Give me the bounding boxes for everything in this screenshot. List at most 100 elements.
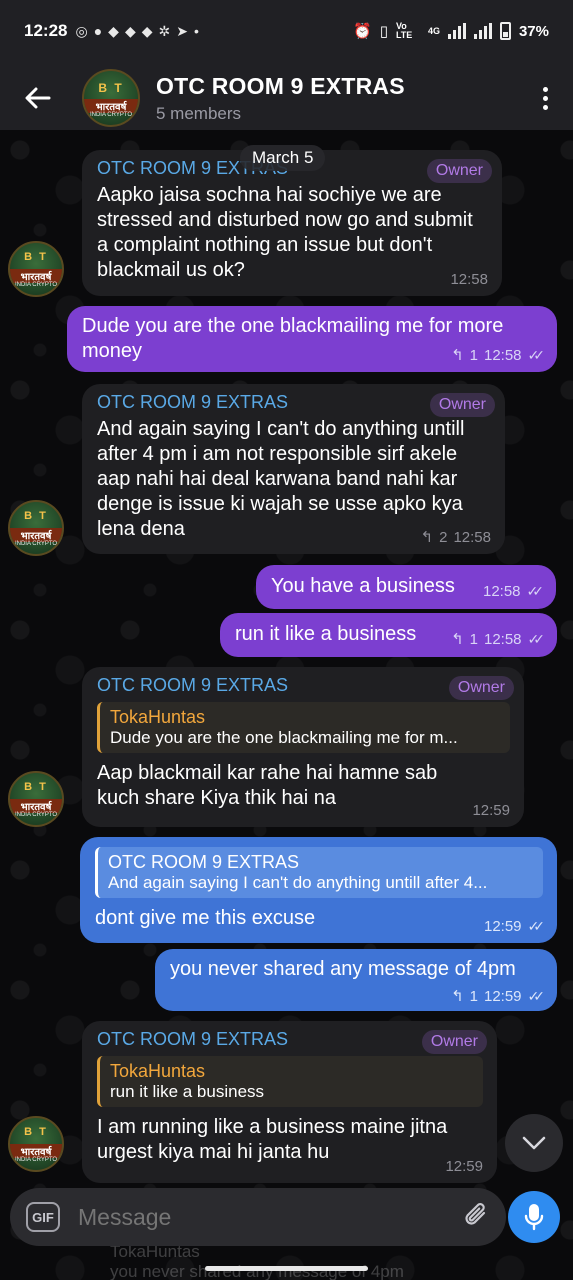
- sender-avatar[interactable]: B T भारतवर्ष INDIA CRYPTO: [8, 771, 64, 827]
- message-meta: 12:59 ✓✓: [483, 918, 546, 935]
- vibrate-icon: ▯: [379, 23, 388, 40]
- quote-author: OTC ROOM 9 EXTRAS: [108, 852, 300, 872]
- chat-header: B T भारतवर्ष INDIA CRYPTO OTC ROOM 9 EXT…: [0, 62, 573, 134]
- message-meta: 12:58 ✓✓: [482, 583, 545, 600]
- message-time: 12:58: [483, 630, 522, 648]
- reply-count: 1: [469, 346, 478, 364]
- back-button[interactable]: [22, 82, 54, 114]
- message-text: Aapko jaisa sochna hai sochiye we are st…: [97, 184, 473, 281]
- message-time: 12:59: [483, 987, 522, 1005]
- message-text: And again saying I can't do anything unt…: [97, 418, 465, 540]
- message-time: 12:58: [453, 528, 491, 546]
- reply-quote[interactable]: OTC ROOM 9 EXTRAS And again saying I can…: [95, 847, 543, 898]
- message-out[interactable]: Dude you are the one blackmailing me for…: [67, 306, 557, 372]
- sender-avatar[interactable]: B T भारतवर्ष INDIA CRYPTO: [8, 241, 64, 297]
- message-in[interactable]: OTC ROOM 9 EXTRAS Owner Aapko jaisa soch…: [82, 150, 502, 296]
- double-check-icon: ✓✓: [527, 630, 546, 647]
- reply-icon: ↰: [451, 988, 464, 1005]
- member-count: 5 members: [156, 103, 242, 123]
- message-time: 12:58: [482, 583, 521, 600]
- reply-count: 2: [439, 528, 448, 546]
- reply-icon: ↰: [451, 631, 464, 648]
- message-out[interactable]: run it like a business ↰ 1 12:58 ✓✓: [220, 613, 557, 657]
- owner-badge: Owner: [426, 159, 492, 183]
- message-time: 12:59: [445, 1158, 483, 1175]
- discord-icon: ◆: [141, 22, 153, 39]
- signal-icon-2: [473, 23, 492, 39]
- paperclip-icon: [465, 1202, 486, 1225]
- message-time: 12:58: [450, 271, 488, 288]
- status-right: ⏰ ▯ Vo LTE 4G 37%: [353, 22, 549, 40]
- avatar-sub: INDIA CRYPTO: [89, 112, 133, 118]
- message-out[interactable]: you never shared any message of 4pm ↰ 1 …: [155, 949, 557, 1011]
- double-check-icon: ✓✓: [527, 987, 546, 1004]
- status-bar: 12:28 ◎ ● ◆ ◆ ◆ ✲ ➤ • ⏰ ▯ Vo LTE 4G 37%: [0, 0, 573, 62]
- reply-icon: ↰: [420, 529, 434, 546]
- attach-button[interactable]: [462, 1200, 490, 1235]
- message-text: Aap blackmail kar rahe hai hamne sab kuc…: [97, 762, 438, 809]
- arrow-left-icon: [25, 87, 51, 109]
- alarm-icon: ⏰: [353, 23, 372, 40]
- gif-button[interactable]: GIF: [26, 1202, 60, 1232]
- microphone-icon: [524, 1204, 544, 1231]
- chat-icon: ●: [93, 22, 103, 39]
- message-in[interactable]: OTC ROOM 9 EXTRAS Owner And again saying…: [82, 384, 505, 554]
- home-indicator[interactable]: [205, 1266, 368, 1271]
- chat-title: OTC ROOM 9 EXTRAS: [156, 72, 405, 99]
- net-type-label: 4G: [427, 26, 440, 36]
- quote-text: Dude you are the one blackmailing me for…: [110, 728, 458, 747]
- more-menu-button[interactable]: [533, 78, 557, 118]
- message-text: I am running like a business maine jitna…: [97, 1116, 448, 1163]
- message-text: you never shared any message of 4pm: [170, 958, 516, 980]
- dot-icon: •: [193, 22, 199, 39]
- reply-count: 1: [469, 630, 478, 648]
- sender-avatar[interactable]: B T भारतवर्ष INDIA CRYPTO: [8, 1116, 64, 1172]
- owner-badge: Owner: [421, 1030, 487, 1054]
- scroll-down-button[interactable]: [505, 1114, 563, 1172]
- message-meta: ↰ 1 12:58 ✓✓: [451, 630, 546, 649]
- quote-author: TokaHuntas: [110, 707, 206, 727]
- reply-quote[interactable]: TokaHuntas Dude you are the one blackmai…: [97, 702, 510, 753]
- volte-label: Vo LTE: [395, 21, 413, 40]
- message-meta: ↰ 1 12:59 ✓✓: [451, 987, 546, 1006]
- message-input[interactable]: [78, 1203, 438, 1231]
- discord-icon: ◆: [124, 22, 136, 39]
- double-check-icon: ✓✓: [526, 583, 545, 599]
- reply-quote[interactable]: TokaHuntas run it like a business: [97, 1056, 483, 1107]
- double-check-icon: ✓✓: [527, 346, 546, 363]
- message-time: 12:59: [483, 918, 522, 935]
- message-meta: ↰ 2 12:58: [420, 528, 491, 547]
- message-out[interactable]: You have a business 12:58 ✓✓: [256, 565, 556, 609]
- message-meta: 12:58: [450, 271, 488, 288]
- battery-icon: [499, 22, 511, 40]
- message-meta: 12:59: [445, 1158, 483, 1175]
- chevron-down-icon: [522, 1136, 546, 1150]
- reply-count: 1: [469, 987, 478, 1005]
- quote-text: And again saying I can't do anything unt…: [108, 873, 488, 892]
- message-text: dont give me this excuse: [95, 907, 316, 929]
- sender-name[interactable]: OTC ROOM 9 EXTRAS: [97, 675, 510, 696]
- whatsapp-icon: ◎: [75, 22, 88, 39]
- message-out[interactable]: OTC ROOM 9 EXTRAS And again saying I can…: [80, 837, 557, 943]
- notification-icons: ◎ ● ◆ ◆ ◆ ✲ ➤ •: [75, 23, 198, 40]
- message-meta: ↰ 1 12:58 ✓✓: [451, 346, 546, 365]
- telegram-icon: ➤: [176, 22, 188, 39]
- hidden-message-preview: TokaHuntas you never shared any message …: [110, 1242, 404, 1280]
- discord-icon: ◆: [108, 22, 119, 39]
- quote-author: TokaHuntas: [110, 1061, 206, 1081]
- message-in[interactable]: OTC ROOM 9 EXTRAS Owner TokaHuntas Dude …: [82, 667, 524, 827]
- quote-text: run it like a business: [110, 1082, 265, 1101]
- message-time: 12:58: [483, 346, 522, 364]
- voice-record-button[interactable]: [508, 1191, 560, 1243]
- network-icon: ✲: [158, 22, 171, 39]
- avatar-mark: B T: [98, 81, 124, 95]
- message-time: 12:59: [472, 802, 510, 819]
- owner-badge: Owner: [448, 676, 514, 700]
- message-meta: 12:59: [472, 802, 510, 819]
- double-check-icon: ✓✓: [527, 918, 546, 934]
- header-text[interactable]: OTC ROOM 9 EXTRAS 5 members: [156, 73, 405, 124]
- group-avatar[interactable]: B T भारतवर्ष INDIA CRYPTO: [82, 69, 140, 127]
- date-pill: March 5: [240, 145, 326, 171]
- message-in[interactable]: OTC ROOM 9 EXTRAS Owner TokaHuntas run i…: [82, 1021, 497, 1183]
- sender-avatar[interactable]: B T भारतवर्ष INDIA CRYPTO: [8, 500, 64, 556]
